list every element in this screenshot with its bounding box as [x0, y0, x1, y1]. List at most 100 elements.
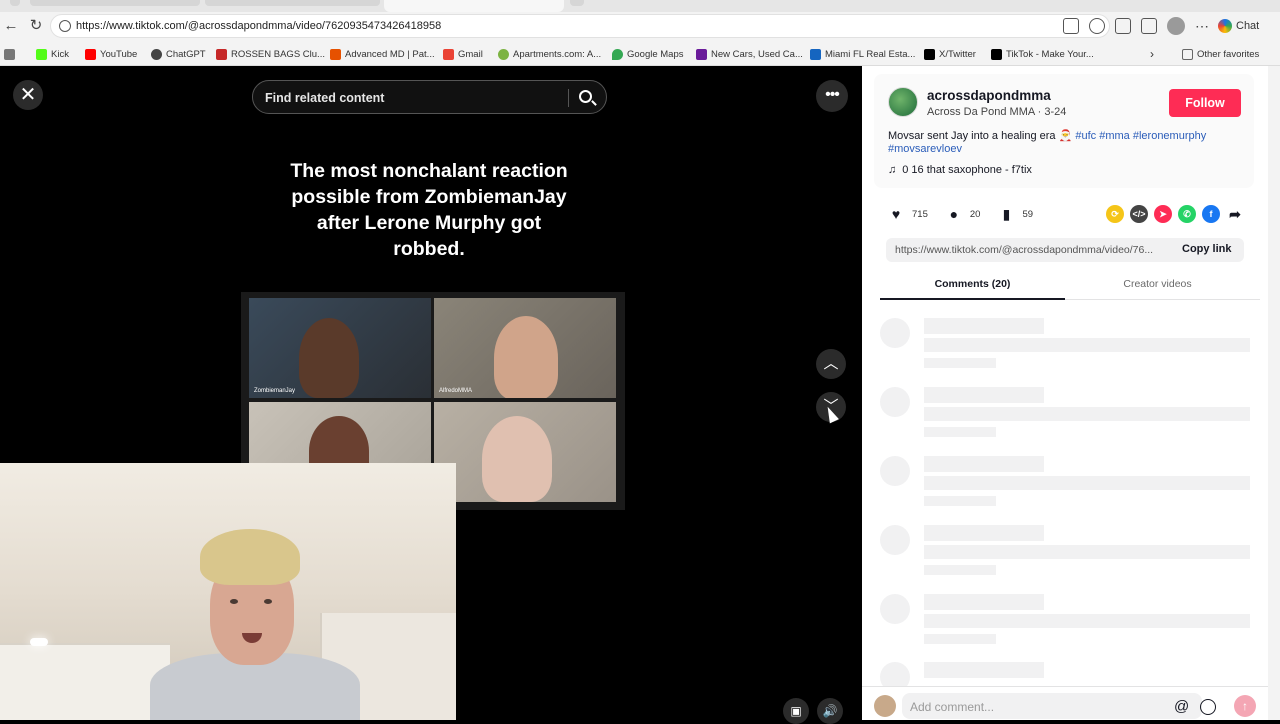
- tab-fragment[interactable]: [30, 0, 200, 6]
- heart-icon: ♥: [891, 206, 901, 222]
- creator-username[interactable]: acrossdapondmma: [927, 88, 1051, 103]
- comment-button[interactable]: ● 20: [946, 206, 981, 222]
- creator-subtitle: Across Da Pond MMA · 3-24: [927, 106, 1066, 118]
- tab-fragment[interactable]: [10, 0, 20, 6]
- favorite-star-icon[interactable]: [1089, 18, 1105, 34]
- tab-strip: [0, 0, 1280, 12]
- comment-skeleton: [880, 318, 1260, 374]
- whatsapp-button[interactable]: ✆: [1178, 205, 1196, 223]
- bookmark-item[interactable]: Kick: [36, 46, 69, 62]
- eye: [230, 599, 238, 604]
- creator-display-name: Across Da Pond MMA: [927, 106, 1035, 118]
- hashtag-mma[interactable]: #mma: [1099, 130, 1130, 142]
- bookmarks-overflow-icon[interactable]: ›: [1150, 46, 1154, 62]
- mention-icon[interactable]: @: [1174, 698, 1189, 715]
- bookmark-item[interactable]: X/Twitter: [924, 46, 976, 62]
- other-favorites[interactable]: Other favorites: [1182, 46, 1259, 62]
- send-to-friends-button[interactable]: ➤: [1154, 205, 1172, 223]
- follow-button[interactable]: Follow: [1169, 89, 1241, 117]
- like-count: 715: [912, 208, 928, 220]
- post-date: 3-24: [1044, 106, 1067, 118]
- site-info-icon[interactable]: [59, 20, 71, 32]
- bookmark-item[interactable]: ChatGPT: [151, 46, 206, 62]
- embed-icon: </>: [1132, 209, 1146, 219]
- tile-name: ZombiemanJay: [254, 388, 296, 394]
- bookmark-item[interactable]: ROSSEN BAGS Clu...: [216, 46, 325, 62]
- bookmark-item[interactable]: New Cars, Used Ca...: [696, 46, 803, 62]
- bookmarks-apps-icon[interactable]: [4, 46, 15, 62]
- mouth: [242, 633, 262, 643]
- mini-player-button[interactable]: ▣: [783, 698, 809, 724]
- more-options-button[interactable]: •••: [816, 80, 848, 112]
- tab-creator-videos[interactable]: Creator videos: [1065, 278, 1250, 290]
- extensions-icon[interactable]: [1115, 18, 1131, 34]
- rossen-bags-icon: [216, 48, 227, 60]
- volume-icon: 🔊: [822, 704, 838, 718]
- copy-link-button[interactable]: Copy link: [1182, 243, 1232, 255]
- music-title: 0 16 that saxophone - f7tix: [902, 164, 1032, 176]
- emoji-icon[interactable]: [1200, 699, 1216, 715]
- bookmark-item[interactable]: YouTube: [85, 46, 137, 62]
- embed-button[interactable]: </>: [1130, 205, 1148, 223]
- tab-fragment[interactable]: [570, 0, 584, 6]
- tab-active[interactable]: [384, 0, 564, 12]
- creator-avatar[interactable]: [888, 87, 918, 117]
- bookmark-item[interactable]: Apartments.com: A...: [498, 46, 601, 62]
- send-icon: ➤: [1159, 209, 1167, 219]
- music-info[interactable]: ♫ 0 16 that saxophone - f7tix: [888, 164, 1032, 176]
- bookmark-item[interactable]: TikTok - Make Your...: [991, 46, 1094, 62]
- comment-count: 20: [969, 208, 981, 220]
- share-arrow-icon: ➦: [1229, 206, 1241, 222]
- post-comment-button[interactable]: ↑: [1234, 695, 1256, 717]
- facebook-button[interactable]: f: [1202, 205, 1220, 223]
- post-description: Movsar sent Jay into a healing era 🎅 #uf…: [888, 130, 1228, 156]
- hashtag-movsarevloev[interactable]: #movsarevloev: [888, 143, 962, 155]
- page-scrollbar[interactable]: [1268, 66, 1280, 720]
- url-text: https://www.tiktok.com/@acrossdapondmma/…: [76, 20, 442, 32]
- add-comment-input[interactable]: Add comment...: [902, 693, 1202, 719]
- skeleton-line: [924, 634, 996, 644]
- hashtag-leronemurphy[interactable]: #leronemurphy: [1133, 130, 1206, 142]
- repost-button[interactable]: ⟳: [1106, 205, 1124, 223]
- tab-comments[interactable]: Comments (20): [880, 278, 1065, 300]
- address-bar[interactable]: https://www.tiktok.com/@acrossdapondmma/…: [50, 14, 1110, 38]
- skeleton-line: [924, 496, 996, 506]
- hashtag-ufc[interactable]: #ufc: [1075, 130, 1096, 142]
- skeleton-line: [924, 427, 996, 437]
- like-button[interactable]: ♥ 715: [888, 206, 928, 222]
- tab-fragment[interactable]: [205, 0, 380, 6]
- search-icon[interactable]: [579, 90, 592, 103]
- profile-avatar[interactable]: [1167, 17, 1185, 35]
- video-tile: [434, 402, 616, 502]
- back-icon[interactable]: ←: [2, 17, 20, 35]
- close-button[interactable]: ✕: [13, 80, 43, 110]
- share-more-button[interactable]: ➦: [1226, 205, 1244, 223]
- save-button[interactable]: ▮ 59: [998, 206, 1033, 222]
- arrow-up-icon: ↑: [1242, 699, 1248, 713]
- bookmark-item[interactable]: Google Maps: [612, 46, 684, 62]
- more-icon: •••: [825, 86, 840, 103]
- refresh-icon[interactable]: ↻: [27, 17, 45, 35]
- favorites-icon[interactable]: [1141, 18, 1157, 34]
- video-caption: The most nonchalant reaction possible fr…: [290, 160, 568, 260]
- person-figure: [299, 318, 359, 398]
- previous-video-button[interactable]: ︿: [816, 349, 846, 379]
- skeleton-line: [924, 407, 1250, 421]
- share-link-text[interactable]: https://www.tiktok.com/@acrossdapondmma/…: [895, 244, 1167, 256]
- copilot-chat-button[interactable]: Chat: [1218, 17, 1259, 35]
- user-avatar: [874, 695, 896, 717]
- app-available-icon[interactable]: [1063, 18, 1079, 34]
- skeleton-line: [924, 338, 1250, 352]
- bookmark-item[interactable]: Gmail: [443, 46, 483, 62]
- find-related-search[interactable]: Find related content: [252, 80, 607, 114]
- facebook-icon: f: [1209, 209, 1213, 219]
- comment-icon: ●: [949, 206, 959, 222]
- bookmark-item[interactable]: Advanced MD | Pat...: [330, 46, 435, 62]
- volume-button[interactable]: 🔊: [817, 698, 843, 724]
- search-divider: [568, 89, 569, 107]
- skeleton-line: [924, 318, 1044, 334]
- x-twitter-icon: [924, 48, 935, 60]
- more-menu-icon[interactable]: ⋯: [1195, 18, 1209, 35]
- search-placeholder: Find related content: [265, 91, 385, 105]
- bookmark-item[interactable]: Miami FL Real Esta...: [810, 46, 915, 62]
